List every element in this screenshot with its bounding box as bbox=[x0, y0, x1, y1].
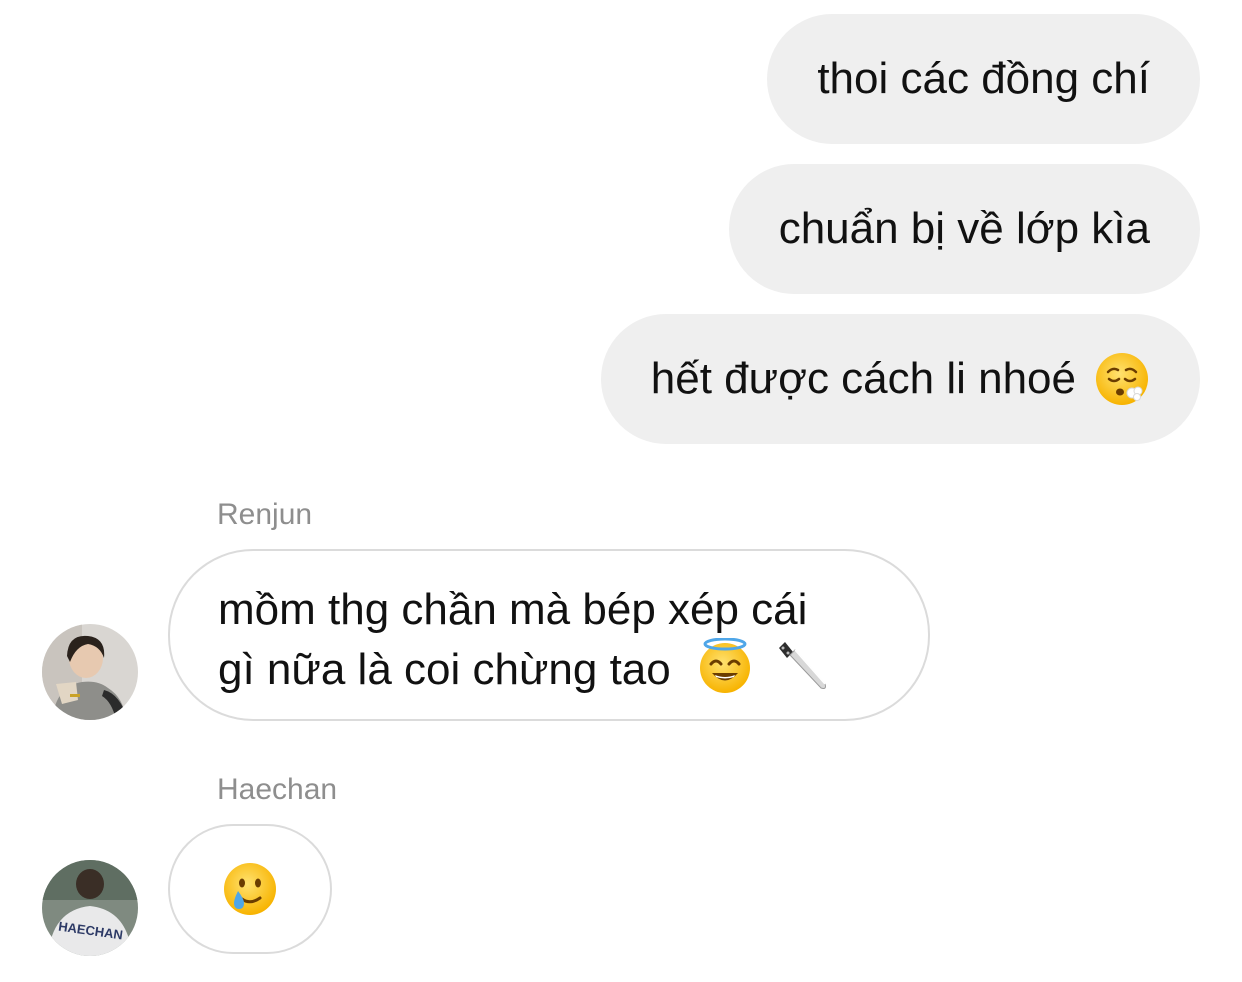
message-text-line: mồm thg chần mà bép xép cái bbox=[218, 585, 808, 634]
message-text: chuẩn bị về lớp kìa bbox=[778, 204, 1150, 253]
sender-name: Renjun bbox=[217, 498, 313, 531]
avatar[interactable] bbox=[42, 624, 138, 720]
face-exhaling-icon bbox=[1094, 351, 1150, 407]
message-bubble-outgoing[interactable]: chuẩn bị về lớp kìa bbox=[728, 164, 1200, 294]
avatar[interactable]: HAECHAN bbox=[42, 860, 138, 956]
message-bubble-incoming[interactable]: mồm thg chần mà bép xép cái gì nữa là co… bbox=[168, 549, 930, 721]
message-text-line: gì nữa là coi chừng tao bbox=[218, 638, 880, 698]
smiling-face-with-halo-icon bbox=[697, 638, 753, 694]
message-text: hết được cách li nhoé bbox=[650, 354, 1076, 403]
message-text: thoi các đồng chí bbox=[817, 54, 1150, 103]
kitchen-knife-icon bbox=[773, 638, 829, 694]
sender-name: Haechan bbox=[217, 773, 338, 806]
message-text: gì nữa là coi chừng tao bbox=[218, 645, 671, 694]
message-bubble-incoming[interactable] bbox=[168, 824, 332, 954]
smiling-face-with-tear-icon bbox=[222, 861, 278, 917]
message-bubble-outgoing[interactable]: thoi các đồng chí bbox=[767, 14, 1200, 144]
message-bubble-outgoing[interactable]: hết được cách li nhoé bbox=[600, 314, 1200, 444]
